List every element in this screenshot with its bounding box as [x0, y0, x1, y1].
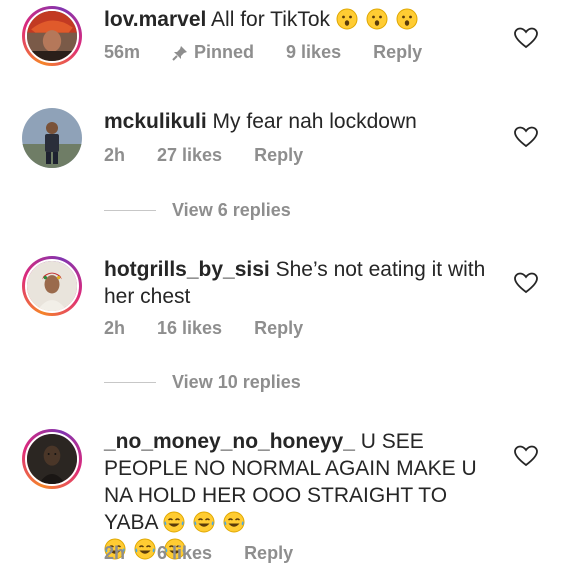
comment-meta: 56m Pinned 9 likes Reply	[104, 42, 454, 63]
avatar[interactable]	[22, 108, 82, 168]
comment-username[interactable]: _no_money_no_honeyy_	[104, 430, 355, 453]
comment-body: lov.marvel All for TikTok	[104, 6, 500, 33]
avatar[interactable]	[22, 6, 82, 66]
reply-button[interactable]: Reply	[373, 42, 422, 63]
comment-body: hotgrills_by_sisi She’s not eating it wi…	[104, 256, 500, 310]
avatar-image	[22, 108, 82, 168]
heart-icon[interactable]	[513, 271, 539, 295]
comment-username[interactable]: mckulikuli	[104, 110, 207, 133]
heart-icon[interactable]	[513, 444, 539, 468]
comment-time: 2h	[104, 543, 126, 563]
pinned-label: Pinned	[194, 42, 255, 62]
view-replies-button[interactable]: View 10 replies	[104, 372, 301, 393]
view-replies-label: View 6 replies	[172, 200, 291, 220]
comment-time: 2h	[104, 318, 126, 338]
comment-text: My fear nah lockdown	[212, 110, 417, 133]
heart-icon[interactable]	[513, 26, 539, 50]
comment-time: 56m	[104, 42, 141, 62]
comment-likes[interactable]: 27 likes	[157, 145, 222, 166]
reply-button[interactable]: Reply	[254, 318, 303, 339]
divider	[104, 382, 156, 383]
pin-icon	[172, 45, 188, 61]
avatar-image	[27, 261, 77, 311]
comment-username[interactable]: lov.marvel	[104, 8, 206, 31]
comment-meta: 2h 16 likes Reply	[104, 318, 335, 339]
comment-meta: 2h 27 likes Reply	[104, 145, 335, 166]
comment-text: All for TikTok	[211, 8, 331, 31]
heart-icon[interactable]	[513, 125, 539, 149]
reply-button[interactable]: Reply	[254, 145, 303, 166]
astonished-face-icon	[336, 8, 420, 31]
comment-username[interactable]: hotgrills_by_sisi	[104, 258, 270, 281]
view-replies-label: View 10 replies	[172, 372, 301, 392]
divider	[104, 210, 156, 211]
comment-likes[interactable]: 9 likes	[286, 42, 341, 63]
avatar-image	[27, 11, 77, 61]
pinned-indicator: Pinned	[172, 42, 254, 63]
comment-likes[interactable]: 6 likes	[157, 543, 212, 564]
reply-button[interactable]: Reply	[244, 543, 293, 564]
avatar-image	[27, 434, 77, 484]
comment-meta: 2h 6 likes Reply	[104, 543, 325, 564]
comment-time: 2h	[104, 145, 126, 165]
comment-likes[interactable]: 16 likes	[157, 318, 222, 339]
avatar[interactable]	[22, 429, 82, 489]
view-replies-button[interactable]: View 6 replies	[104, 200, 291, 221]
avatar[interactable]	[22, 256, 82, 316]
comment-body: mckulikuli My fear nah lockdown	[104, 108, 500, 135]
